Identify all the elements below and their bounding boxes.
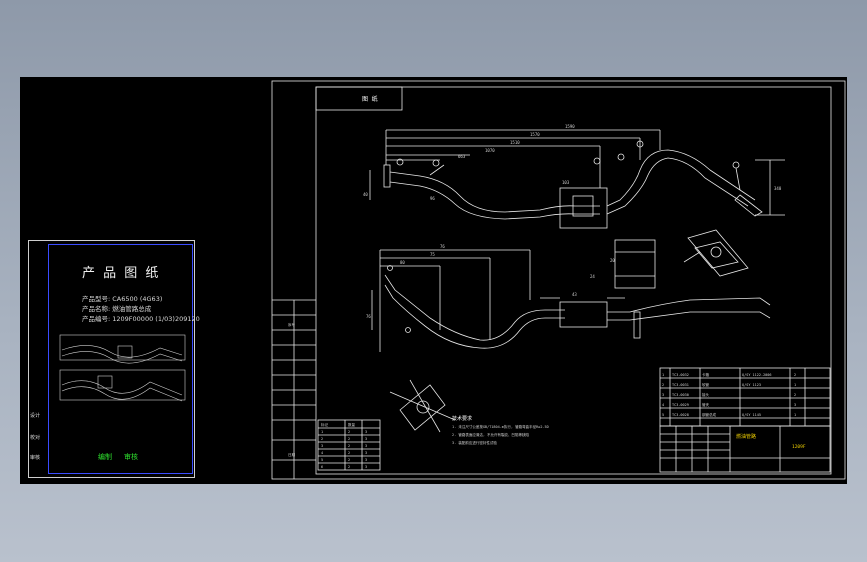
note-line: 3. 装配前应进行密封性试验 [452, 440, 497, 445]
dim-label: 663 [458, 154, 466, 159]
bom-cell: 2 [662, 383, 664, 387]
dim-label: 1510 [510, 140, 520, 145]
note-line: 2. 管路表面应清洁, 不允许有裂纹、凹陷等缺陷 [452, 432, 530, 437]
title-block-code: 1209F [792, 444, 806, 450]
bracket-detail [614, 229, 749, 289]
left-strip-label: 序号 [288, 322, 296, 327]
small-table-cell: 2 [348, 458, 350, 462]
dim-label: 20 [610, 258, 615, 263]
bom-cell: 接头 [702, 392, 710, 397]
bom-cell: 2 [794, 373, 796, 377]
top-view-tube [369, 129, 785, 229]
small-table-header: 数量 [348, 422, 356, 427]
bom-cell: 管夹 [702, 402, 710, 407]
dim-label: 75 [430, 252, 435, 257]
small-table-cell: 2 [321, 437, 323, 441]
cover-thumbnail-sketch [59, 334, 186, 402]
bom-cell: TC3-0032 [672, 373, 689, 377]
left-strip-label: 日期 [288, 452, 296, 457]
small-table-cell: 5 [321, 458, 323, 462]
small-table-cell: 2 [348, 465, 350, 469]
dim-label: 24 [590, 274, 595, 279]
bom-cell: TC3-0030 [672, 393, 689, 397]
bom-cell: 1 [794, 413, 796, 417]
bom-cell: TC3-0029 [672, 403, 689, 407]
small-table-cell: 3 [365, 437, 367, 441]
small-table-cell: 6 [321, 465, 323, 469]
bom-cell: 1 [662, 373, 664, 377]
small-table-cell: 3 [365, 451, 367, 455]
small-table-cell: 2 [348, 437, 350, 441]
notes-heading: 技术要求 [452, 415, 472, 422]
bom-cell: TC3-0028 [672, 413, 689, 417]
dim-label: 40 [363, 192, 368, 197]
bom-cell: 3 [662, 393, 664, 397]
dim-label: 1070 [485, 148, 495, 153]
sheet-outer-border [271, 80, 846, 480]
small-table-cell: 3 [365, 465, 367, 469]
section-detail [389, 379, 456, 433]
bom-cell: Q/SY 1122-2006 [742, 373, 772, 377]
small-table-cell: 4 [321, 451, 323, 455]
dim-label: 1570 [530, 132, 540, 137]
bom-cell: 2 [794, 393, 796, 397]
title-block-name: 燃油管路 [736, 433, 756, 440]
bom-cell: 4 [662, 403, 664, 407]
bom-cell: Q/SY 1123 [742, 383, 761, 387]
bom-cell: 卡箍 [702, 372, 710, 377]
small-table-cell: 3 [321, 444, 323, 448]
bom-cell: Q/SY 1145 [742, 413, 761, 417]
bom-cell: TC3-0031 [672, 383, 689, 387]
cad-drawing[interactable]: 图 纸 1590 1570 1510 1070 663 40 340 103 9… [0, 0, 867, 562]
front-view-tube [371, 249, 771, 352]
dim-label: 96 [430, 196, 435, 201]
small-table-cell: 2 [348, 430, 350, 434]
small-table-cell: 1 [321, 430, 323, 434]
drawing-title-label: 图 纸 [362, 95, 378, 103]
bom-cell: 3 [794, 403, 796, 407]
dim-label: 103 [562, 180, 570, 185]
dim-label: 76 [440, 244, 445, 249]
small-table-header: 标记 [321, 422, 329, 427]
bom-cell: 5 [662, 413, 664, 417]
bom-cell: 1 [794, 383, 796, 387]
dim-label: 80 [400, 260, 405, 265]
dim-label: 1590 [565, 124, 575, 129]
small-table-cell: 3 [365, 458, 367, 462]
small-table-cell: 3 [365, 430, 367, 434]
dim-label: 76 [366, 314, 371, 319]
note-line: 1. 未注尺寸公差按GB/T1804-m执行, 管路弯曲半径R≥2.5D [452, 424, 549, 429]
dim-label: 340 [774, 186, 782, 191]
dim-label: 43 [572, 292, 577, 297]
small-table-cell: 2 [348, 444, 350, 448]
bom-cell: 软管 [702, 382, 710, 387]
small-table-cell: 2 [348, 451, 350, 455]
small-table-cell: 3 [365, 444, 367, 448]
bom-cell: 钢管总成 [702, 412, 716, 417]
